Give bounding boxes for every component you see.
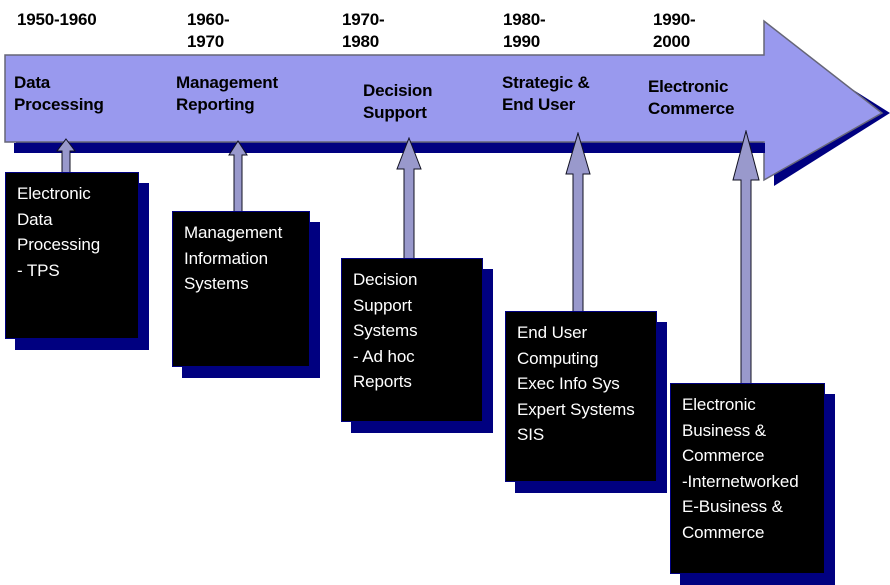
detail-box-1[interactable]: Electronic Data Processing - TPS	[5, 172, 149, 350]
era-date-2: 1960- 1970	[187, 10, 230, 51]
detail-box-5-text: Electronic Business & Commerce -Internet…	[682, 395, 799, 542]
connector-arrow-1	[56, 138, 76, 176]
era-label-1: Data Processing	[14, 73, 104, 115]
detail-box-4-text: End User Computing Exec Info Sys Expert …	[517, 323, 635, 444]
connector-arrow-2	[228, 140, 248, 214]
connector-arrow-4	[565, 132, 591, 314]
connector-arrow-5	[732, 130, 760, 386]
era-label-3: Decision Support	[363, 81, 433, 123]
diagram-canvas: 1950-1960 1960- 1970 1970- 1980 1980- 19…	[0, 0, 890, 585]
detail-box-3[interactable]: Decision Support Systems - Ad hoc Report…	[341, 258, 493, 433]
era-label-2: Management Reporting	[176, 73, 278, 115]
detail-box-1-text: Electronic Data Processing - TPS	[17, 184, 101, 280]
detail-box-4[interactable]: End User Computing Exec Info Sys Expert …	[505, 311, 667, 493]
detail-box-2[interactable]: Management Information Systems	[172, 211, 320, 378]
detail-box-3-text: Decision Support Systems - Ad hoc Report…	[353, 270, 418, 391]
era-date-1: 1950-1960	[17, 10, 97, 29]
timeline-arrow-baseline	[14, 143, 765, 153]
era-label-4: Strategic & End User	[502, 73, 590, 115]
connector-arrow-3	[396, 137, 422, 261]
era-date-3: 1970- 1980	[342, 10, 385, 51]
era-date-4: 1980- 1990	[503, 10, 546, 51]
detail-box-2-text: Management Information Systems	[184, 223, 283, 293]
detail-box-5[interactable]: Electronic Business & Commerce -Internet…	[670, 383, 835, 585]
era-label-5: Electronic Commerce	[648, 77, 735, 119]
era-date-5: 1990- 2000	[653, 10, 696, 51]
